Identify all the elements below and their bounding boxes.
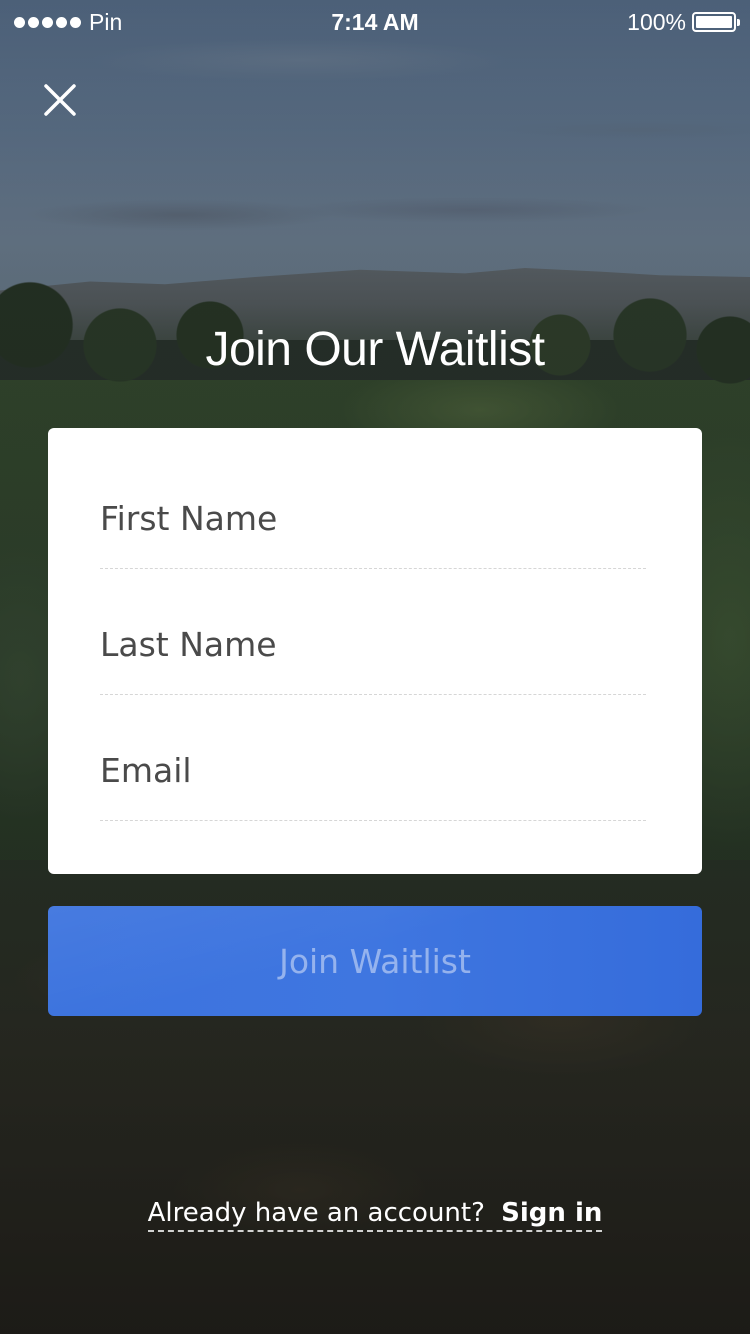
waitlist-screen: Pin 7:14 AM 100% Join Our Waitlist Join …	[0, 0, 750, 1334]
signin-prompt: Already have an account?	[147, 1198, 485, 1228]
join-waitlist-button[interactable]: Join Waitlist	[48, 906, 702, 1016]
signin-link[interactable]: Already have an account? Sign in	[147, 1198, 603, 1232]
carrier-name: Pin	[89, 8, 123, 35]
status-right: 100%	[627, 8, 740, 36]
last-name-input[interactable]	[100, 625, 646, 664]
first-name-field	[100, 428, 646, 569]
battery-fill	[696, 16, 732, 28]
signin-row: Already have an account? Sign in	[0, 1198, 750, 1232]
close-button[interactable]	[36, 76, 84, 124]
signal-icon	[14, 16, 81, 28]
status-left: Pin	[14, 9, 122, 36]
close-icon	[44, 84, 76, 116]
last-name-field	[100, 569, 646, 695]
first-name-input[interactable]	[100, 499, 646, 538]
email-field	[100, 695, 646, 821]
waitlist-form	[48, 428, 702, 874]
signin-action: Sign in	[501, 1198, 603, 1228]
page-title: Join Our Waitlist	[205, 323, 545, 376]
battery-icon	[692, 12, 740, 32]
status-bar: Pin 7:14 AM 100%	[0, 0, 750, 44]
email-input[interactable]	[100, 751, 646, 790]
battery-percent: 100%	[627, 8, 686, 35]
